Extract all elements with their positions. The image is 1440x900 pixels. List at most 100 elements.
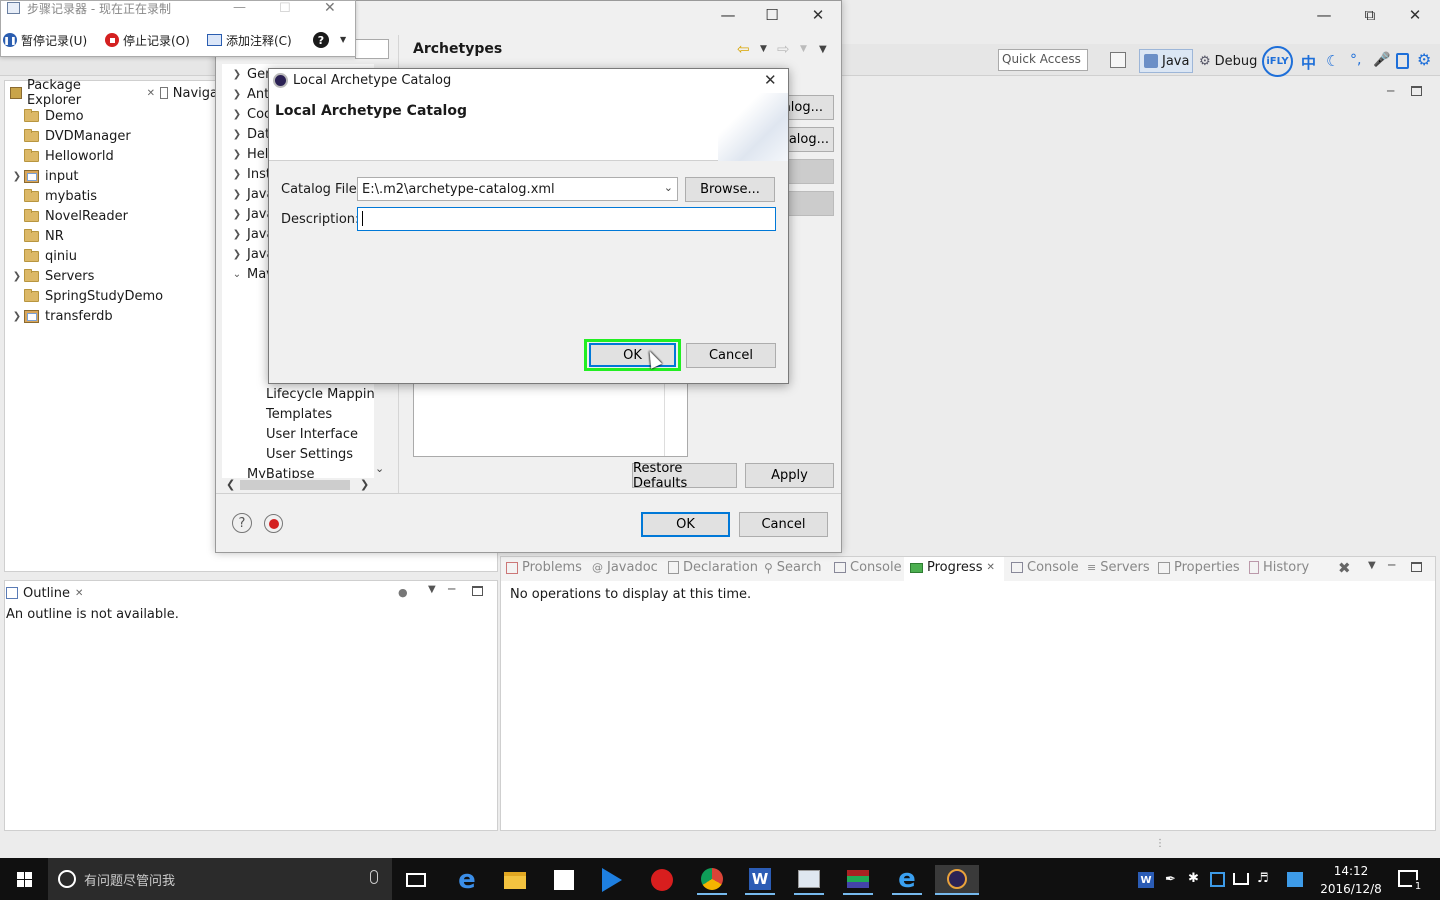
catalog-list-scrollbar[interactable]	[664, 380, 665, 456]
help-icon[interactable]: ?	[313, 32, 329, 48]
tree-horizontal-scrollbar[interactable]	[222, 478, 374, 492]
description-input[interactable]	[357, 207, 776, 231]
chevron-left-icon[interactable]: ❮	[226, 478, 235, 491]
preferences-close-button[interactable]: ✕	[795, 0, 841, 30]
start-button[interactable]	[0, 858, 48, 900]
tray-app-icon[interactable]	[1210, 872, 1225, 887]
close-icon[interactable]: ✕	[147, 88, 155, 99]
tree-item[interactable]: ❯ transferdb	[10, 306, 113, 326]
chevron-down-icon[interactable]: ▼	[428, 584, 436, 595]
dialog-close-button[interactable]: ✕	[764, 71, 777, 89]
outline-menu-icon[interactable]: ●	[398, 586, 408, 599]
eclipse-minimize-button[interactable]: —	[1301, 0, 1347, 30]
pref-tree-item[interactable]: Lifecycle Mapping	[266, 384, 374, 404]
steps-recorder-taskbar-icon[interactable]	[794, 865, 824, 895]
apply-button[interactable]: Apply	[745, 463, 834, 488]
outline-tab[interactable]: Outline ✕	[6, 583, 83, 603]
catalog-file-combo[interactable]: E:\.m2\archetype-catalog.xml ⌄	[357, 177, 678, 201]
pref-tree-item[interactable]: ❯ Dat	[230, 124, 270, 144]
perspective-debug-button[interactable]: ⚙ Debug	[1199, 49, 1259, 73]
pause-record-button[interactable]: ❚❚ 暂停记录(U)	[3, 31, 87, 49]
browse-button[interactable]: Browse...	[685, 177, 775, 202]
scrollbar-thumb[interactable]	[240, 480, 350, 490]
video-app-icon[interactable]	[647, 865, 677, 895]
preferences-maximize-button[interactable]: ☐	[749, 0, 795, 30]
remove-all-icon[interactable]: ✖	[1338, 559, 1351, 577]
tab-properties[interactable]: Properties	[1158, 560, 1240, 575]
quick-access-input[interactable]: Quick Access	[998, 49, 1088, 71]
preferences-ok-button[interactable]: OK	[641, 512, 730, 537]
preferences-filter-input[interactable]	[355, 39, 389, 59]
tray-pen-icon[interactable]: ✒	[1165, 872, 1176, 887]
close-icon[interactable]: ✕	[986, 562, 994, 573]
chrome-icon[interactable]	[697, 865, 727, 895]
chevron-right-icon[interactable]: ❯	[230, 89, 244, 100]
ifly-ime-icon[interactable]: iFLY	[1262, 46, 1293, 77]
add-remote-catalog-button[interactable]: alog...	[783, 95, 834, 120]
chevron-right-icon[interactable]: ❯	[230, 109, 244, 120]
steps-recorder-close-button[interactable]: ✕	[324, 0, 336, 16]
tree-item[interactable]: mybatis	[10, 186, 97, 206]
media-player-icon[interactable]	[597, 865, 627, 895]
chevron-right-icon[interactable]: ❯	[230, 189, 244, 200]
maximize-icon[interactable]	[1411, 562, 1422, 572]
pref-tree-item[interactable]: ❯ Hel	[230, 144, 269, 164]
close-icon[interactable]: ✕	[75, 588, 83, 599]
eclipse-restore-button[interactable]: ⧉	[1347, 0, 1393, 30]
tree-item[interactable]: NR	[10, 226, 64, 246]
taskbar-clock[interactable]: 14:12 2016/12/8	[1318, 862, 1384, 898]
task-view-icon[interactable]	[401, 865, 431, 895]
chevron-down-icon[interactable]: ▼	[340, 35, 346, 44]
chevron-down-icon[interactable]: ⌄	[664, 181, 673, 194]
tab-problems[interactable]: Problems	[506, 560, 582, 575]
tree-item[interactable]: SpringStudyDemo	[10, 286, 163, 306]
chevron-right-icon[interactable]: ❯	[230, 149, 244, 160]
maximize-icon[interactable]	[1411, 86, 1422, 96]
word-icon[interactable]: W	[745, 865, 775, 895]
microphone-icon[interactable]	[370, 870, 378, 884]
package-explorer-tab[interactable]: Package Explorer ✕	[5, 78, 155, 108]
chevron-right-icon[interactable]: ❯	[230, 129, 244, 140]
ime-tray-icon[interactable]	[1287, 872, 1303, 887]
chevron-right-icon[interactable]: ❯	[360, 478, 369, 491]
pref-tree-item[interactable]: ❯ Inst	[230, 164, 271, 184]
help-icon[interactable]: ?	[232, 513, 252, 533]
minimize-icon[interactable]: ─	[448, 582, 455, 596]
chevron-down-icon[interactable]: ▼	[1368, 560, 1376, 571]
file-explorer-icon[interactable]	[500, 865, 530, 895]
volume-icon[interactable]: ♬	[1257, 871, 1269, 886]
ime-punct-icon[interactable]: °,	[1350, 52, 1361, 68]
minimize-icon[interactable]: ─	[1387, 84, 1394, 98]
dialog-ok-button[interactable]: OK	[589, 343, 676, 367]
tray-word-icon[interactable]: W	[1138, 872, 1154, 888]
pref-tree-item[interactable]: ❯ Ant	[230, 84, 269, 104]
ime-settings-icon[interactable]: ⚙	[1417, 50, 1431, 69]
pref-tree-item[interactable]: User Settings	[266, 444, 353, 464]
eclipse-taskbar-icon[interactable]	[935, 865, 979, 895]
pref-tree-item[interactable]: MyBatipse	[247, 464, 315, 480]
view-menu-icon[interactable]: ▼	[819, 44, 827, 55]
tree-item[interactable]: ❯ input	[10, 166, 79, 186]
steps-recorder-minimize-button[interactable]: —	[233, 0, 246, 15]
pref-tree-item[interactable]: ❯ Gen	[230, 64, 274, 84]
chevron-right-icon[interactable]: ❯	[230, 249, 244, 260]
minimize-icon[interactable]: ─	[1388, 558, 1395, 572]
ime-moon-icon[interactable]: ☾	[1326, 52, 1339, 70]
open-perspective-icon[interactable]	[1110, 52, 1126, 68]
tab-javadoc[interactable]: @ Javadoc	[592, 560, 658, 575]
taskbar-search-box[interactable]: 有问题尽管问我	[48, 858, 392, 900]
tree-item[interactable]: Demo	[10, 106, 84, 126]
pref-tree-item[interactable]: ❯ Coc	[230, 104, 271, 124]
ime-chinese-icon[interactable]: 中	[1301, 52, 1316, 73]
navigator-tab[interactable]: Naviga	[158, 81, 218, 105]
forward-arrow-icon[interactable]: ⇨	[777, 40, 790, 58]
preferences-cancel-button[interactable]: Cancel	[739, 512, 828, 537]
restore-defaults-button[interactable]: Restore Defaults	[632, 461, 737, 491]
ie-browser-icon[interactable]: e	[892, 864, 922, 895]
chevron-right-icon[interactable]: ❯	[10, 271, 24, 282]
ime-mic-icon[interactable]: 🎤	[1373, 52, 1390, 68]
ime-keyboard-icon[interactable]	[1396, 53, 1409, 69]
tab-servers[interactable]: ≡ Servers	[1087, 560, 1150, 575]
tree-item[interactable]: Helloworld	[10, 146, 114, 166]
chevron-right-icon[interactable]: ❯	[230, 169, 244, 180]
